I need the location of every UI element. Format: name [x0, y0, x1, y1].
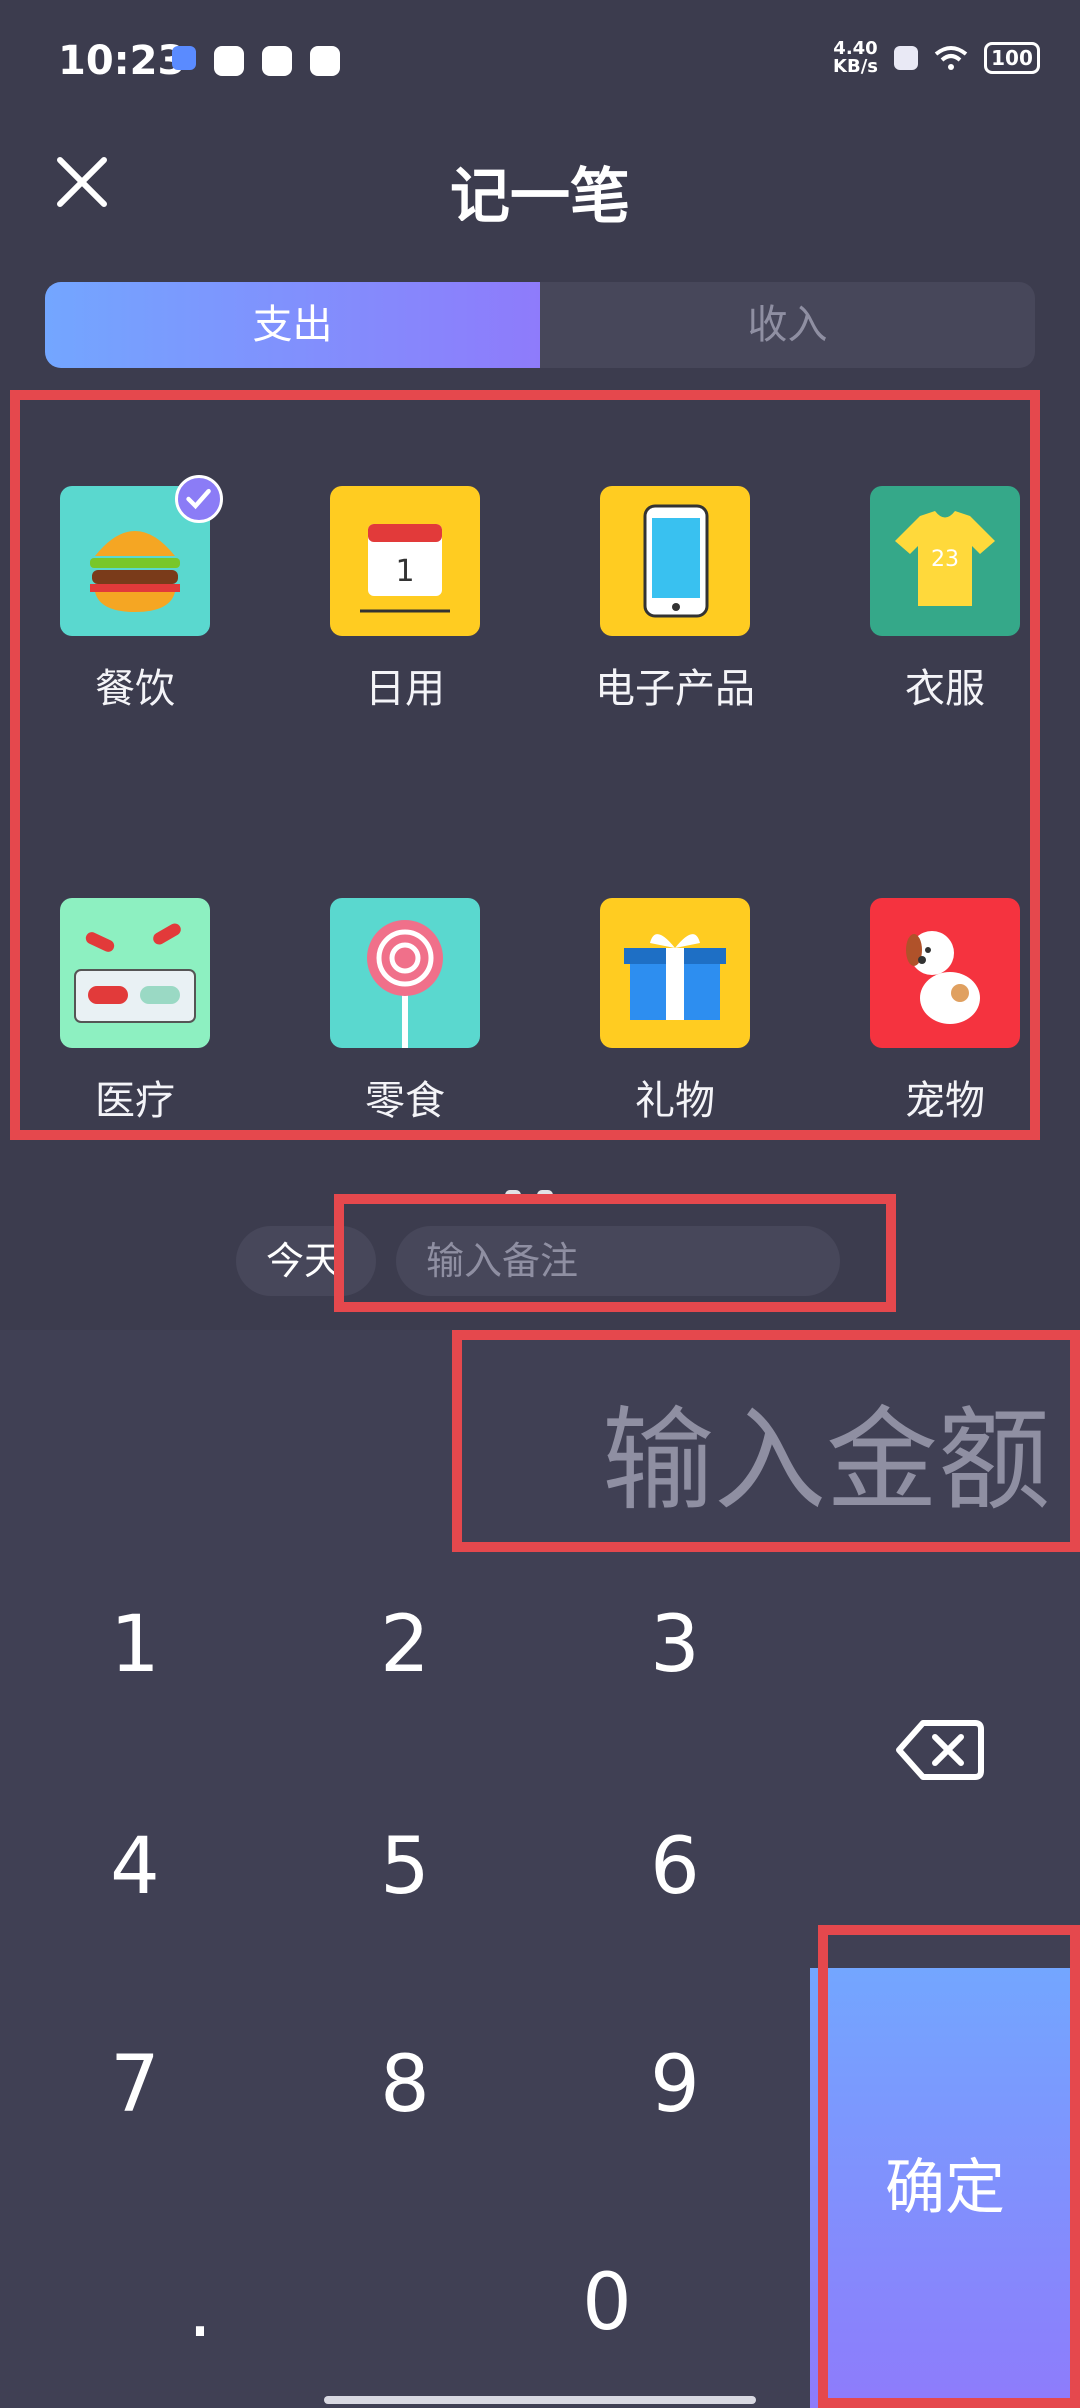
app-notification-icon: [262, 46, 292, 76]
status-bar: 10:23 4.40 KB/s 100: [0, 0, 1080, 130]
gift-icon: [600, 898, 750, 1048]
key-decimal[interactable]: .: [90, 2225, 310, 2395]
page-title: 记一笔: [450, 162, 630, 232]
category-clothes[interactable]: 23 衣服: [845, 486, 1045, 714]
dog-icon: [870, 898, 1020, 1048]
key-0[interactable]: 0: [497, 2218, 717, 2388]
phone-icon: [600, 486, 750, 636]
category-gift[interactable]: 礼物: [575, 898, 775, 1126]
mute-icon: [894, 46, 918, 70]
home-indicator[interactable]: [324, 2396, 756, 2404]
type-tabs: 支出 收入: [45, 282, 1035, 368]
category-label: 电子产品: [595, 666, 755, 712]
key-2[interactable]: 2: [295, 1560, 515, 1730]
category-label: 礼物: [635, 1078, 715, 1124]
category-medical[interactable]: 医疗: [35, 898, 235, 1126]
category-daily[interactable]: 1 日用: [305, 486, 505, 714]
svg-text:1: 1: [395, 554, 414, 589]
status-right: 4.40 KB/s 100: [833, 40, 1040, 76]
key-1[interactable]: 1: [25, 1560, 245, 1730]
calendar-icon: 1: [330, 486, 480, 636]
key-4[interactable]: 4: [25, 1782, 245, 1952]
category-snacks[interactable]: 零食: [305, 898, 505, 1126]
amount-highlight-frame: [452, 1330, 1080, 1552]
wifi-icon: [934, 46, 968, 70]
category-label: 日用: [365, 666, 445, 712]
notification-icons: [172, 46, 340, 76]
key-5[interactable]: 5: [295, 1782, 515, 1952]
category-electronics[interactable]: 电子产品: [575, 486, 775, 714]
selected-check-icon: [175, 475, 223, 523]
tab-expense[interactable]: 支出: [45, 282, 540, 368]
category-label: 餐饮: [95, 666, 175, 712]
pills-icon: [60, 898, 210, 1048]
key-8[interactable]: 8: [295, 2000, 515, 2170]
category-label: 零食: [365, 1078, 445, 1124]
app-notification-icon: [172, 46, 196, 70]
key-7[interactable]: 7: [25, 2000, 245, 2170]
tab-income[interactable]: 收入: [540, 282, 1035, 368]
confirm-button[interactable]: 确定: [810, 1968, 1080, 2408]
network-speed-unit: KB/s: [833, 56, 878, 77]
lollipop-icon: [330, 898, 480, 1048]
backspace-icon[interactable]: [895, 1715, 985, 1785]
category-label: 衣服: [905, 666, 985, 712]
note-highlight-frame: [334, 1194, 896, 1312]
status-time: 10:23: [58, 38, 186, 84]
category-pets[interactable]: 宠物: [845, 898, 1045, 1126]
svg-text:23: 23: [931, 547, 959, 572]
top-bar: 记一笔: [0, 130, 1080, 250]
key-9[interactable]: 9: [565, 2000, 785, 2170]
tshirt-icon: 23: [870, 486, 1020, 636]
category-label: 医疗: [95, 1078, 175, 1124]
battery-indicator: 100: [984, 42, 1040, 74]
key-3[interactable]: 3: [565, 1560, 785, 1730]
category-label: 宠物: [905, 1078, 985, 1124]
app-notification-icon: [310, 46, 340, 76]
key-6[interactable]: 6: [565, 1782, 785, 1952]
app-notification-icon: [214, 46, 244, 76]
network-speed: 4.40 KB/s: [833, 40, 878, 76]
